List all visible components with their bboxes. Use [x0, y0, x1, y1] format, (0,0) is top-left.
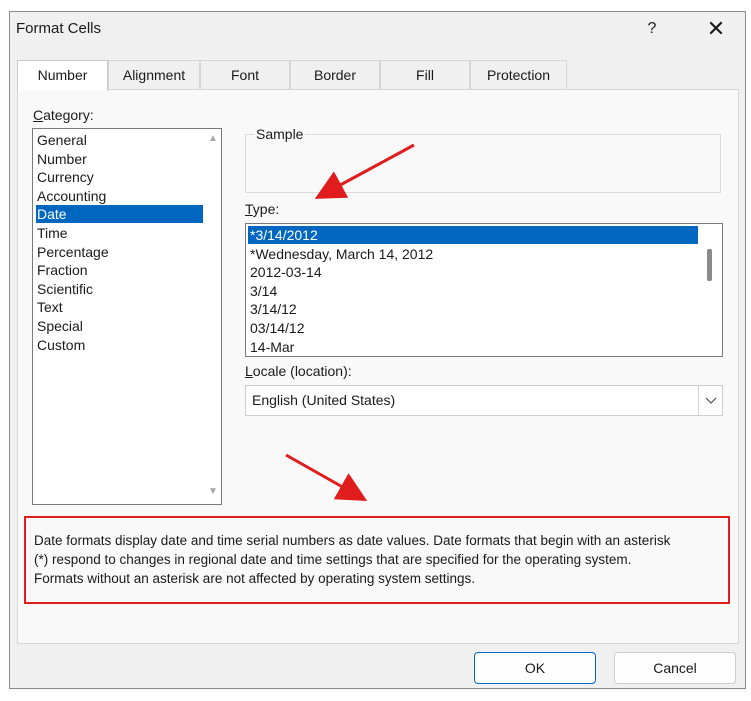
type-label: Type:	[245, 201, 280, 217]
format-cells-dialog: Format Cells ? ✕ Number Alignment Font B…	[9, 11, 746, 689]
category-item-currency[interactable]: Currency	[36, 168, 203, 186]
category-item-fraction[interactable]: Fraction	[36, 261, 203, 279]
category-item-scientific[interactable]: Scientific	[36, 280, 203, 298]
category-item-accounting[interactable]: Accounting	[36, 187, 203, 205]
category-label: Category:	[33, 107, 94, 123]
description-box: Date formats display date and time seria…	[24, 516, 730, 604]
sample-label: Sample	[254, 126, 306, 142]
close-button[interactable]: ✕	[694, 14, 738, 44]
type-item[interactable]: 03/14/12	[248, 319, 698, 337]
type-list[interactable]: *3/14/2012 *Wednesday, March 14, 2012 20…	[245, 223, 723, 357]
category-item-custom[interactable]: Custom	[36, 336, 203, 354]
category-item-date[interactable]: Date	[36, 205, 203, 224]
locale-value: English (United States)	[252, 392, 396, 408]
type-item[interactable]: 3/14	[248, 282, 698, 300]
chevron-down-icon[interactable]	[698, 386, 722, 415]
tab-border[interactable]: Border	[290, 60, 380, 90]
description-line: Formats without an asterisk are not affe…	[34, 571, 475, 586]
type-item[interactable]: 3/14/12	[248, 300, 698, 318]
type-item[interactable]: *Wednesday, March 14, 2012	[248, 245, 698, 263]
category-item-percentage[interactable]: Percentage	[36, 243, 203, 261]
tab-alignment[interactable]: Alignment	[108, 60, 200, 90]
sample-group: Sample	[245, 126, 721, 193]
category-item-text[interactable]: Text	[36, 298, 203, 316]
description-line: (*) respond to changes in regional date …	[34, 552, 632, 567]
locale-select[interactable]: English (United States)	[245, 385, 723, 416]
type-item[interactable]: 14-Mar	[248, 338, 698, 356]
tab-number[interactable]: Number	[17, 60, 108, 91]
type-list-scroll-thumb[interactable]	[707, 249, 712, 281]
cancel-button[interactable]: Cancel	[614, 652, 736, 684]
dialog-title: Format Cells	[16, 20, 102, 37]
locale-label: Locale (location):	[245, 363, 352, 379]
number-tab-panel: Category: General Number Currency Accoun…	[17, 89, 739, 644]
category-item-special[interactable]: Special	[36, 317, 203, 335]
category-item-general[interactable]: General	[36, 131, 203, 149]
scroll-up-arrow-icon[interactable]: ▲	[206, 133, 220, 144]
category-item-time[interactable]: Time	[36, 224, 203, 242]
tab-fill[interactable]: Fill	[380, 60, 470, 90]
tab-protection[interactable]: Protection	[470, 60, 567, 90]
category-list[interactable]: General Number Currency Accounting Date …	[32, 128, 222, 505]
tab-font[interactable]: Font	[200, 60, 290, 90]
category-item-number[interactable]: Number	[36, 150, 203, 168]
type-item[interactable]: *3/14/2012	[248, 226, 698, 244]
description-line: Date formats display date and time seria…	[34, 533, 671, 548]
scroll-down-arrow-icon[interactable]: ▼	[206, 486, 220, 497]
ok-button[interactable]: OK	[474, 652, 596, 684]
type-item[interactable]: 2012-03-14	[248, 263, 698, 281]
title-bar: Format Cells ? ✕	[10, 12, 745, 48]
help-button[interactable]: ?	[632, 14, 672, 44]
